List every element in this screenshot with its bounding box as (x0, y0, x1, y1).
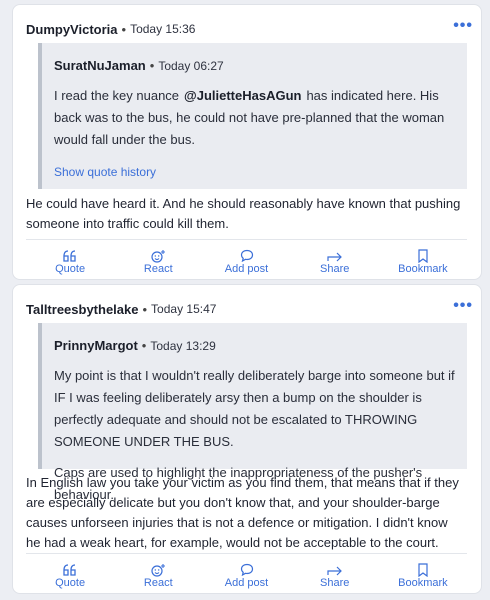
react-smiley-icon (150, 563, 166, 577)
separator-dot: • (142, 301, 148, 317)
bookmark-label: Bookmark (398, 576, 448, 589)
quote-label: Quote (55, 576, 86, 589)
post-author[interactable]: Talltreesbythelake (26, 302, 138, 317)
post-author[interactable]: DumpyVictoria (26, 22, 118, 37)
react-label: React (143, 576, 173, 589)
quote-text-before: I read the key nuance (54, 88, 180, 103)
quote-icon (63, 563, 77, 577)
separator-dot: • (149, 58, 155, 73)
separator-dot: • (141, 338, 147, 353)
post-actions: Quote React Add post Share Bookmark (26, 553, 467, 593)
share-arrow-icon (327, 249, 343, 263)
user-mention[interactable]: @JulietteHasAGun (184, 88, 301, 103)
separator-dot: • (121, 21, 127, 37)
add-post-button[interactable]: Add post (202, 240, 290, 279)
post-header: DumpyVictoria • Today 15:36 (26, 19, 469, 39)
quote-time: Today 06:27 (158, 59, 224, 73)
quote-button[interactable]: Quote (26, 240, 114, 279)
bookmark-button[interactable]: Bookmark (379, 240, 467, 279)
share-arrow-icon (327, 563, 343, 577)
speech-bubble-icon (240, 249, 254, 263)
add-post-button[interactable]: Add post (202, 554, 290, 593)
share-button[interactable]: Share (291, 240, 379, 279)
bookmark-label: Bookmark (398, 262, 448, 275)
quote-author[interactable]: SuratNuJaman (54, 55, 146, 77)
react-smiley-icon (150, 249, 166, 263)
bookmark-button[interactable]: Bookmark (379, 554, 467, 593)
quote-author[interactable]: PrinnyMargot (54, 335, 138, 357)
post-header: Talltreesbythelake • Today 15:47 (26, 299, 469, 319)
quote-header: PrinnyMargot • Today 13:29 (54, 335, 455, 357)
quote-block: PrinnyMargot • Today 13:29 My point is t… (38, 323, 467, 502)
more-options-button[interactable]: ••• (453, 18, 473, 34)
quote-block: SuratNuJaman • Today 06:27 I read the ke… (38, 43, 467, 189)
quote-button[interactable]: Quote (26, 554, 114, 593)
quote-text: I read the key nuance @JulietteHasAGun has… (54, 85, 455, 151)
post-body: In English law you take your victim as y… (26, 475, 459, 550)
react-button[interactable]: React (114, 240, 202, 279)
post-actions: Quote React Add post Share Bookmark (26, 239, 467, 279)
quote-icon (63, 249, 77, 263)
show-quote-history-link[interactable]: Show quote history (54, 161, 455, 183)
quote-paragraph: My point is that I wouldn't really delib… (54, 368, 455, 449)
share-label: Share (320, 262, 350, 275)
quote-label: Quote (55, 262, 86, 275)
react-label: React (143, 262, 173, 275)
react-button[interactable]: React (114, 554, 202, 593)
post-time[interactable]: Today 15:36 (130, 22, 195, 36)
post: Talltreesbythelake • Today 15:47 ••• Pri… (12, 284, 482, 594)
bookmark-icon (417, 248, 429, 263)
post-time[interactable]: Today 15:47 (151, 302, 216, 316)
add-post-label: Add post (224, 576, 269, 589)
quote-time: Today 13:29 (150, 339, 216, 353)
bookmark-icon (417, 562, 429, 577)
speech-bubble-icon (240, 563, 254, 577)
add-post-label: Add post (224, 262, 269, 275)
share-button[interactable]: Share (291, 554, 379, 593)
quote-header: SuratNuJaman • Today 06:27 (54, 55, 455, 77)
more-options-button[interactable]: ••• (453, 298, 473, 314)
post: DumpyVictoria • Today 15:36 ••• SuratNuJ… (12, 4, 482, 280)
post-body: He could have heard it. And he should re… (26, 196, 461, 231)
share-label: Share (320, 576, 350, 589)
